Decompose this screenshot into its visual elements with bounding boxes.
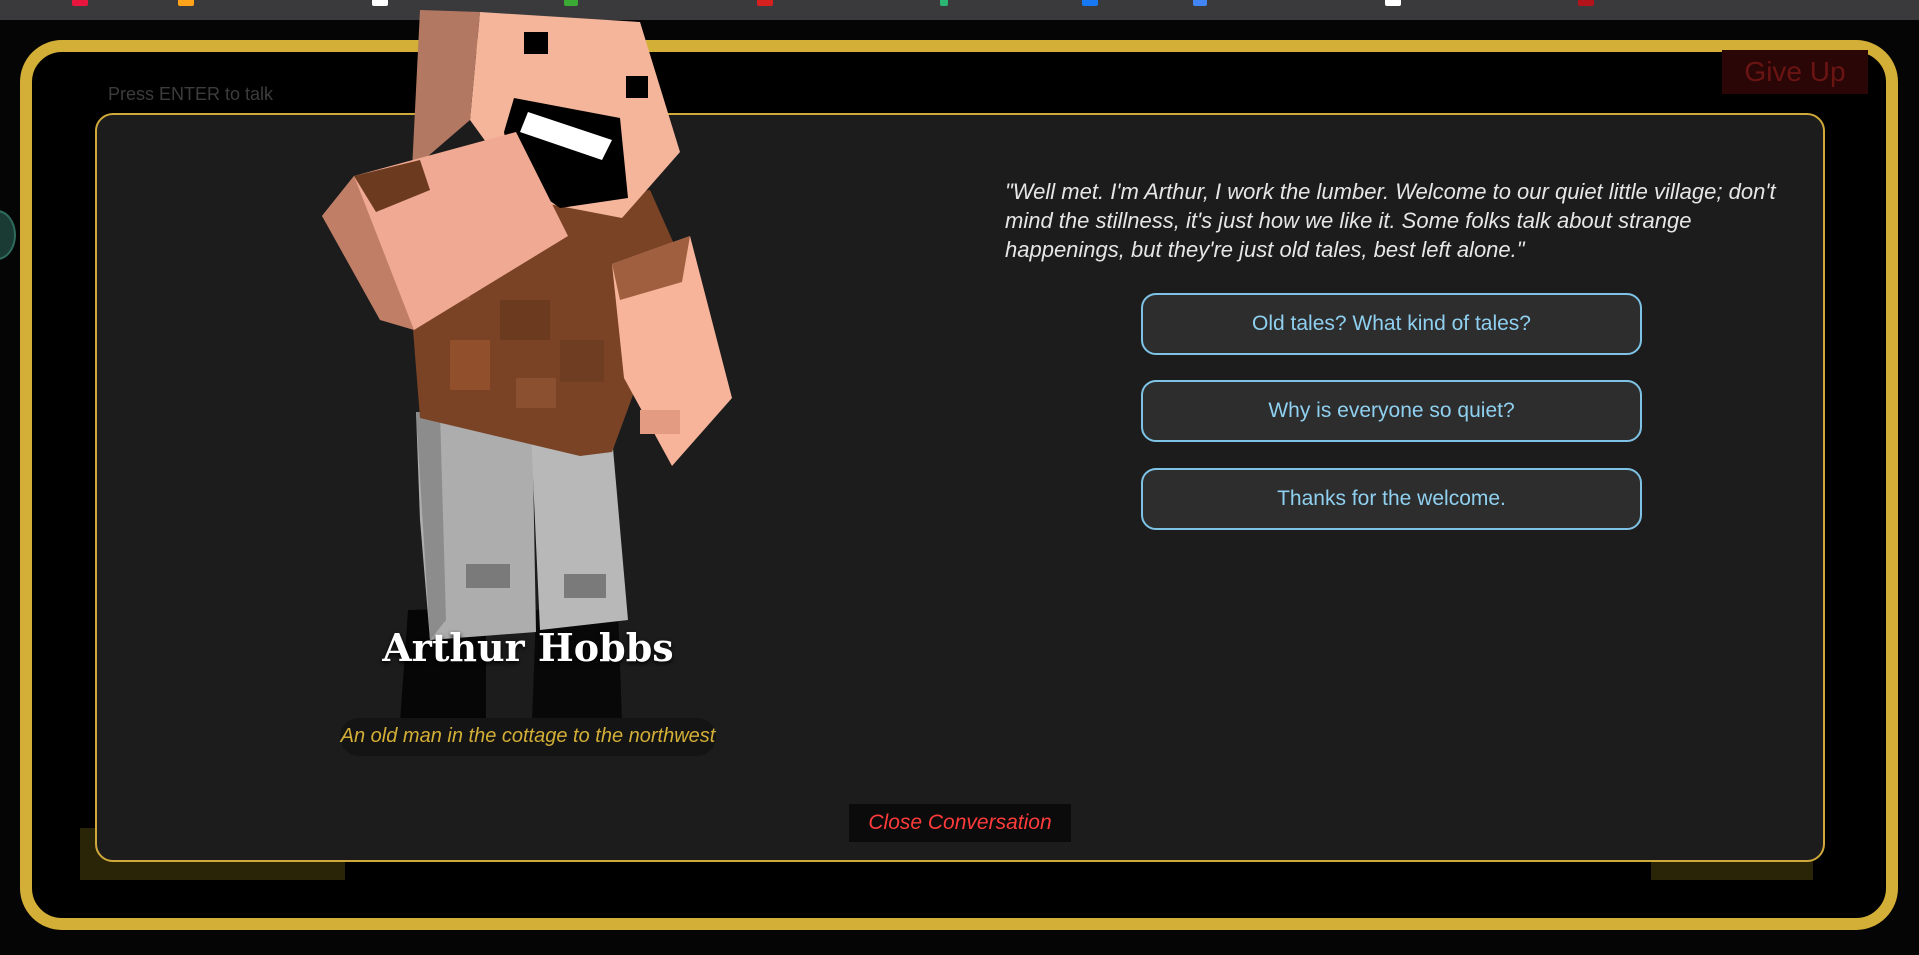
bookmark-icon[interactable]: [1385, 0, 1401, 6]
bookmark-icon[interactable]: [564, 0, 578, 6]
bookmark-icon[interactable]: [757, 0, 773, 6]
bookmarks-bar: [0, 0, 1919, 20]
bookmark-icon[interactable]: [372, 0, 388, 6]
bookmark-icon[interactable]: [940, 0, 948, 6]
close-conversation-button[interactable]: Close Conversation: [849, 804, 1071, 842]
choice-button-quiet[interactable]: Why is everyone so quiet?: [1141, 380, 1642, 442]
bookmark-icon[interactable]: [72, 0, 88, 6]
npc-speech: "Well met. I'm Arthur, I work the lumber…: [1005, 179, 1776, 262]
bookmark-icon[interactable]: [1578, 0, 1594, 6]
give-up-button[interactable]: Give Up: [1722, 50, 1868, 94]
choice-button-tales[interactable]: Old tales? What kind of tales?: [1141, 293, 1642, 355]
choice-button-thanks[interactable]: Thanks for the welcome.: [1141, 468, 1642, 530]
bookmark-icon[interactable]: [178, 0, 194, 6]
npc-name: Arthur Hobbs: [382, 625, 674, 670]
side-indicator: [0, 210, 16, 260]
bookmark-icon[interactable]: [1082, 0, 1098, 6]
bookmark-icon[interactable]: [1193, 0, 1207, 6]
talk-hint: Press ENTER to talk: [108, 84, 274, 104]
npc-description: An old man in the cottage to the northwe…: [340, 725, 716, 747]
